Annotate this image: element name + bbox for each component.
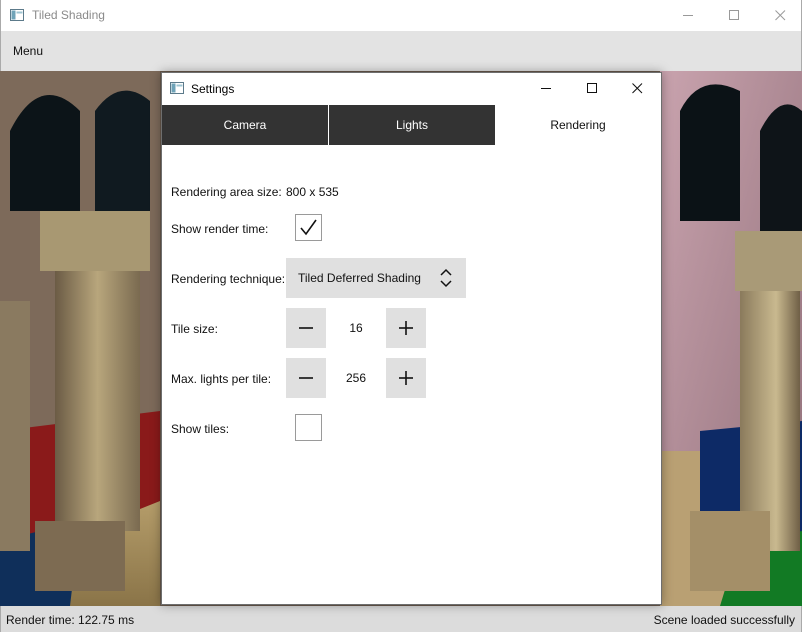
maximize-icon: [729, 10, 739, 20]
rendering-technique-value: Tiled Deferred Shading: [298, 271, 421, 285]
show-tiles-label: Show tiles:: [171, 422, 230, 436]
max-lights-spinbox: 256: [286, 358, 426, 398]
tab-rendering[interactable]: Rendering: [495, 105, 661, 145]
rendering-technique-select[interactable]: Tiled Deferred Shading: [286, 258, 466, 298]
max-lights-decrement-button[interactable]: [286, 358, 326, 398]
minimize-icon: [683, 15, 693, 16]
window-app-icon: [10, 9, 24, 21]
close-button[interactable]: [757, 0, 802, 31]
rendering-technique-label: Rendering technique:: [171, 272, 286, 286]
updown-chevron-icon: [440, 268, 452, 288]
tile-size-increment-button[interactable]: [386, 308, 426, 348]
menubar: Menu: [0, 31, 802, 71]
close-icon: [632, 83, 643, 94]
minimize-icon: [541, 88, 551, 89]
minimize-button[interactable]: [665, 0, 711, 31]
tile-size-spinbox: 16: [286, 308, 426, 348]
tile-size-decrement-button[interactable]: [286, 308, 326, 348]
rendering-area-size-label: Rendering area size:: [171, 185, 282, 199]
menu-button[interactable]: Menu: [13, 44, 43, 58]
window-title: Tiled Shading: [32, 8, 105, 22]
plus-icon: [399, 321, 413, 335]
dialog-app-icon: [170, 82, 184, 94]
max-lights-label: Max. lights per tile:: [171, 372, 272, 386]
show-render-time-checkbox[interactable]: [295, 214, 322, 241]
max-lights-increment-button[interactable]: [386, 358, 426, 398]
rendering-area-size-value: 800 x 535: [286, 185, 339, 199]
show-render-time-label: Show render time:: [171, 222, 269, 236]
tile-size-input[interactable]: 16: [326, 308, 386, 348]
dialog-title: Settings: [191, 82, 235, 96]
maximize-icon: [587, 83, 597, 93]
plus-icon: [399, 371, 413, 385]
minus-icon: [299, 327, 313, 329]
checkmark-icon: [300, 219, 317, 236]
close-icon: [775, 10, 786, 21]
dialog-maximize-button[interactable]: [570, 73, 616, 105]
maximize-button[interactable]: [711, 0, 757, 31]
show-tiles-checkbox[interactable]: [295, 414, 322, 441]
main-window-titlebar[interactable]: Tiled Shading: [0, 0, 802, 31]
dialog-minimize-button[interactable]: [524, 73, 570, 105]
tab-lights[interactable]: Lights: [329, 105, 495, 145]
minus-icon: [299, 377, 313, 379]
settings-tabbar: Camera Lights Rendering: [162, 105, 661, 145]
tab-camera[interactable]: Camera: [162, 105, 328, 145]
tile-size-label: Tile size:: [171, 322, 218, 336]
status-message: Scene loaded successfully: [653, 613, 795, 627]
settings-dialog-titlebar[interactable]: Settings: [162, 73, 661, 105]
max-lights-input[interactable]: 256: [326, 358, 386, 398]
render-time-text: Render time: 122.75 ms: [6, 613, 135, 627]
dialog-close-button[interactable]: [615, 73, 661, 105]
settings-dialog: Settings Camera Lights Rendering Renderi…: [161, 72, 662, 605]
statusbar: Render time: 122.75 ms Scene loaded succ…: [0, 606, 802, 632]
